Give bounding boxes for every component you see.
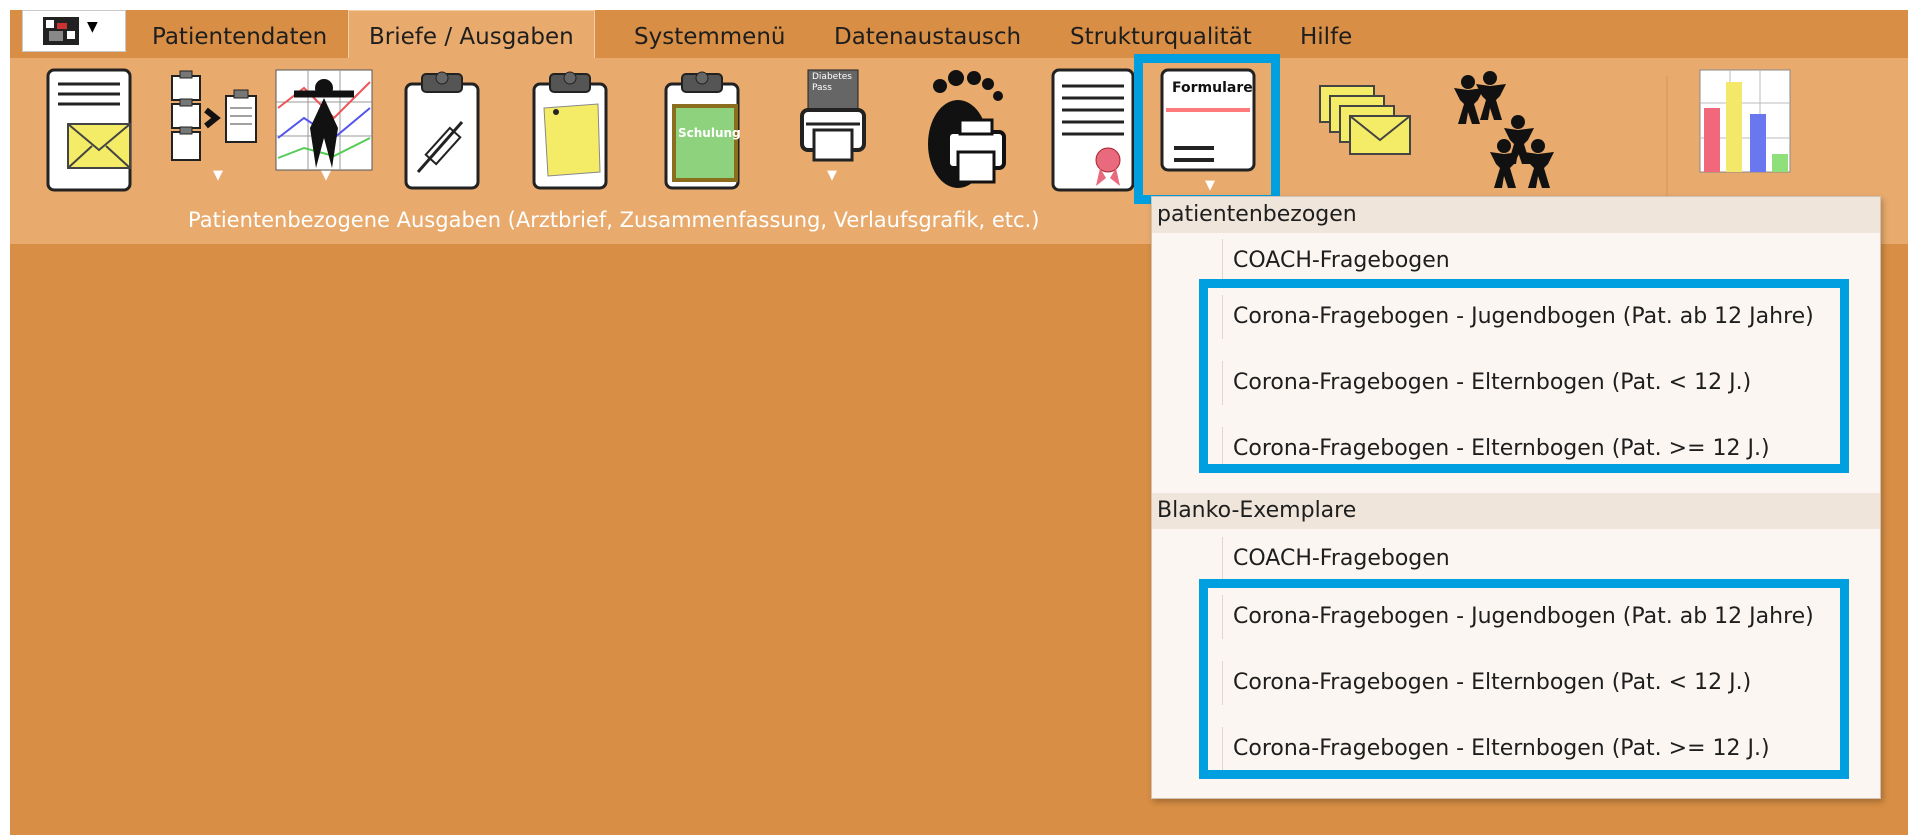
bar-chart-icon bbox=[1699, 69, 1791, 173]
ribbon-group-label: Patientenbezogene Ausgaben (Arztbrief, Z… bbox=[188, 208, 1040, 232]
gruppen-button[interactable] bbox=[1446, 68, 1562, 192]
clipboard-stack-icon bbox=[171, 70, 257, 161]
statistik-button[interactable] bbox=[1698, 68, 1792, 174]
verlaufsgrafik-button[interactable]: ▼ bbox=[274, 68, 374, 183]
people-group-icon bbox=[1454, 71, 1554, 188]
serienbrief-button[interactable] bbox=[1314, 68, 1418, 158]
formulare-dropdown: patientenbezogen COACH-Fragebogen Corona… bbox=[1151, 196, 1881, 799]
schulung-label: Schulung bbox=[678, 126, 741, 140]
highlight-box bbox=[1199, 579, 1849, 779]
letter-icon bbox=[46, 68, 132, 192]
menu-item-coach-fragebogen[interactable]: COACH-Fragebogen bbox=[1222, 239, 1450, 283]
menu-item-coach-fragebogen[interactable]: COACH-Fragebogen bbox=[1222, 537, 1450, 581]
clipboard-note-icon bbox=[532, 71, 608, 190]
growth-chart-icon bbox=[275, 69, 373, 171]
diabetes-pass-button[interactable]: Diabetes Pass ▼ bbox=[798, 68, 868, 183]
highlight-box bbox=[1199, 279, 1849, 473]
foot-printer-icon bbox=[928, 70, 1006, 188]
certificate-icon bbox=[1051, 68, 1135, 192]
app-menu-button[interactable]: ▼ bbox=[22, 10, 126, 52]
menu-bar: ▼ Patientendaten Briefe / Ausgaben Syste… bbox=[10, 10, 1908, 58]
app-logo-icon bbox=[43, 17, 79, 45]
chevron-down-icon: ▼ bbox=[827, 168, 837, 183]
bescheinigung-button[interactable] bbox=[1050, 68, 1136, 192]
arztbrief-button[interactable] bbox=[44, 68, 134, 192]
diabetes-pass-label: Diabetes Pass bbox=[812, 72, 852, 93]
chevron-down-icon: ▼ bbox=[87, 19, 98, 35]
tab-datenaustausch[interactable]: Datenaustausch bbox=[814, 16, 1041, 58]
app-window: ▼ Patientendaten Briefe / Ausgaben Syste… bbox=[10, 10, 1908, 835]
tab-systemmenue[interactable]: Systemmenü bbox=[614, 16, 805, 58]
section-header-blanko-exemplare: Blanko-Exemplare bbox=[1152, 493, 1880, 529]
chevron-down-icon: ▼ bbox=[321, 168, 331, 183]
chevron-down-icon: ▼ bbox=[213, 168, 223, 183]
notiz-button[interactable] bbox=[530, 68, 610, 192]
formulare-highlight bbox=[1134, 54, 1280, 204]
tab-patientendaten[interactable]: Patientendaten bbox=[132, 16, 347, 58]
tab-briefe-ausgaben[interactable]: Briefe / Ausgaben bbox=[348, 10, 595, 58]
clipboard-syringe-icon bbox=[404, 71, 480, 190]
schulung-button[interactable]: Schulung bbox=[662, 68, 742, 192]
envelopes-icon bbox=[1319, 85, 1411, 155]
zusammenfassung-button[interactable]: ▼ bbox=[158, 68, 268, 183]
impfung-button[interactable] bbox=[402, 68, 482, 192]
fussbogen-button[interactable] bbox=[918, 68, 1010, 192]
tab-strukturqualitaet[interactable]: Strukturqualität bbox=[1050, 16, 1272, 58]
section-header-patientenbezogen: patientenbezogen bbox=[1152, 197, 1880, 233]
tab-hilfe[interactable]: Hilfe bbox=[1280, 16, 1372, 58]
